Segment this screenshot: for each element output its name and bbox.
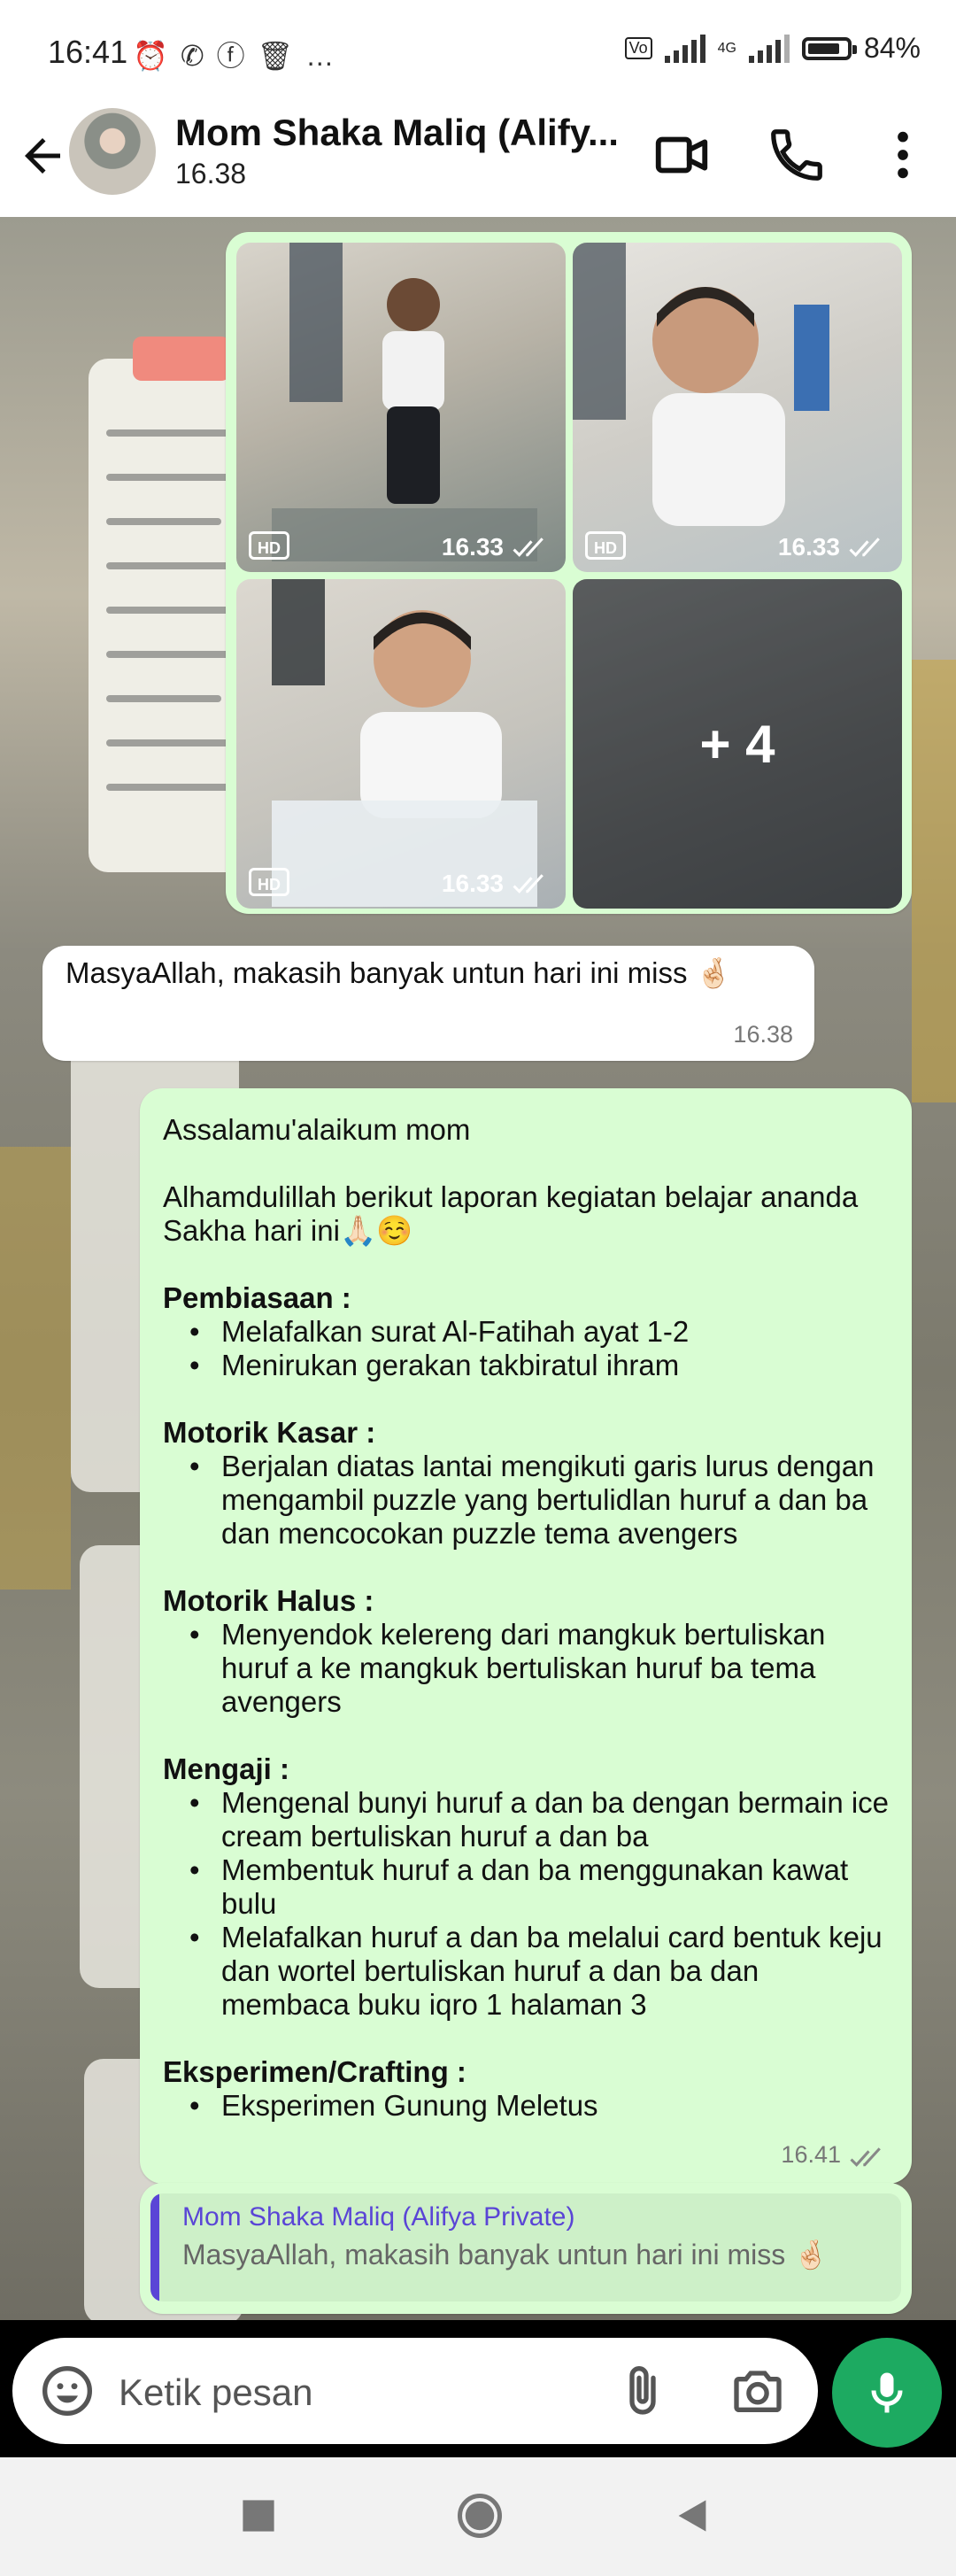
status-time: 16:41 xyxy=(48,34,128,70)
reply-message[interactable]: Mom Shaka Maliq (Alifya Private) MasyaAl… xyxy=(140,2183,912,2314)
home-icon[interactable] xyxy=(453,2489,506,2542)
photo-thumbnail[interactable]: HD 16.33 xyxy=(573,243,902,572)
whatsapp-icon: ✆ xyxy=(180,40,217,72)
camera-icon[interactable] xyxy=(729,2363,786,2419)
battery-percent: 84% xyxy=(863,32,921,64)
quoted-message[interactable]: Mom Shaka Maliq (Alifya Private) MasyaAl… xyxy=(150,2193,901,2301)
more-photos-count[interactable]: + 4 xyxy=(573,579,902,909)
photo-content xyxy=(272,243,537,561)
photo-thumbnail[interactable]: HD 16.33 xyxy=(236,579,566,909)
section-item: Mengenal bunyi huruf a dan ba dengan ber… xyxy=(163,1786,890,1853)
battery-icon xyxy=(801,36,857,60)
section-item: Berjalan diatas lantai mengikuti garis l… xyxy=(163,1450,890,1551)
signal-icon xyxy=(664,34,705,63)
notification-icons: ⏰✆ⓕ🗑… xyxy=(133,34,346,74)
back-icon[interactable] xyxy=(673,2495,712,2537)
message-text: MasyaAllah, makasih banyak untun hari in… xyxy=(66,956,732,989)
section-title: Eksperimen/Crafting : xyxy=(163,2055,466,2088)
system-indicators: Vo 4G 84% xyxy=(624,32,921,65)
section-title: Motorik Halus : xyxy=(163,1584,374,1617)
more-dots-icon: … xyxy=(305,40,347,72)
intro-text: Alhamdulillah berikut laporan kegiatan b… xyxy=(163,1180,859,1247)
wallpaper-line xyxy=(106,518,221,525)
read-receipt-icon xyxy=(850,2147,881,2167)
quoted-text: MasyaAllah, makasih banyak untun hari in… xyxy=(182,2239,829,2270)
photo-thumbnail[interactable]: HD 16.33 xyxy=(236,243,566,572)
section-item: Eksperimen Gunung Meletus xyxy=(163,2089,890,2123)
back-arrow-icon[interactable] xyxy=(16,129,69,182)
photo-content xyxy=(272,579,537,907)
read-receipt-icon xyxy=(513,538,544,557)
contact-name[interactable]: Mom Shaka Maliq (Alify... xyxy=(175,112,619,154)
photo-thumbnail[interactable]: + 4 xyxy=(573,579,902,909)
video-call-icon[interactable] xyxy=(651,124,713,186)
chat-header: Mom Shaka Maliq (Alify... 16.38 xyxy=(0,106,956,217)
message-input[interactable]: Ketik pesan xyxy=(12,2338,818,2444)
section-list: Berjalan diatas lantai mengikuti garis l… xyxy=(163,1450,890,1551)
incoming-message[interactable]: MasyaAllah, makasih banyak untun hari in… xyxy=(42,946,814,1061)
section-title: Motorik Kasar : xyxy=(163,1416,376,1449)
section-item: Menyendok kelereng dari mangkuk bertulis… xyxy=(163,1618,890,1719)
read-receipt-icon xyxy=(849,538,880,557)
wallpaper-line xyxy=(106,784,230,791)
hd-badge: HD xyxy=(585,531,626,560)
photo-time: 16.33 xyxy=(777,533,840,561)
section-item: Melafalkan surat Al-Fatihah ayat 1-2 xyxy=(163,1315,890,1349)
section-list: Mengenal bunyi huruf a dan ba dengan ber… xyxy=(163,1786,890,2022)
wallpaper-line xyxy=(106,651,239,658)
hd-badge: HD xyxy=(249,868,289,896)
hd-badge: HD xyxy=(249,531,289,560)
section-title: Pembiasaan : xyxy=(163,1281,351,1314)
wallpaper-stripe xyxy=(912,660,956,1102)
attach-icon[interactable] xyxy=(614,2363,671,2419)
system-nav-bar xyxy=(0,2457,956,2576)
last-seen: 16.38 xyxy=(175,158,247,190)
report-sections: Pembiasaan :Melafalkan surat Al-Fatihah … xyxy=(163,1281,890,2123)
section-item: Melafalkan huruf a dan ba melalui card b… xyxy=(163,1921,890,2022)
wallpaper-line xyxy=(106,695,221,702)
message-time: 16.38 xyxy=(733,1021,793,1048)
quoted-author: Mom Shaka Maliq (Alifya Private) xyxy=(182,2202,575,2232)
recents-icon[interactable] xyxy=(239,2496,278,2535)
wallpaper-line xyxy=(106,607,230,614)
wallpaper-line xyxy=(106,562,239,569)
wallpaper-stripe xyxy=(0,1147,71,1590)
section-item: Menirukan gerakan takbiratul ihram xyxy=(163,1349,890,1382)
wallpaper-line xyxy=(106,739,239,746)
read-receipt-icon xyxy=(513,874,544,893)
photo-content xyxy=(573,243,829,526)
message-time: 16.41 xyxy=(781,2141,841,2168)
voice-call-icon[interactable] xyxy=(766,124,828,186)
wallpaper-line xyxy=(106,429,230,437)
photo-time: 16.33 xyxy=(441,870,504,897)
photo-time: 16.33 xyxy=(441,533,504,561)
mic-icon xyxy=(871,2372,903,2413)
menu-dots-icon[interactable] xyxy=(872,124,934,186)
emoji-icon[interactable] xyxy=(39,2363,96,2419)
signal-2-icon xyxy=(748,34,790,63)
battery-level xyxy=(807,43,839,54)
report-message[interactable]: Assalamu'alaikum mom Alhamdulillah berik… xyxy=(140,1088,912,2184)
photo-album-message[interactable]: HD 16.33 HD 16.33 HD 16.33 + 4 xyxy=(226,232,912,914)
facebook-icon: ⓕ xyxy=(216,40,258,72)
alarm-icon: ⏰ xyxy=(133,40,181,72)
wallpaper-line xyxy=(106,474,239,481)
section-title: Mengaji : xyxy=(163,1752,290,1785)
status-bar: 16:41 ⏰✆ⓕ🗑… Vo 4G 84% xyxy=(0,0,956,106)
volte-icon: Vo xyxy=(624,37,652,59)
section-list: Melafalkan surat Al-Fatihah ayat 1-2Meni… xyxy=(163,1315,890,1382)
message-placeholder: Ketik pesan xyxy=(119,2371,313,2413)
trash-icon: 🗑 xyxy=(257,40,306,72)
network-label: 4G xyxy=(717,40,736,56)
section-list: Menyendok kelereng dari mangkuk bertulis… xyxy=(163,1618,890,1719)
avatar[interactable] xyxy=(69,108,156,195)
wallpaper-label xyxy=(133,337,230,381)
section-item: Membentuk huruf a dan ba menggunakan kaw… xyxy=(163,1853,890,1921)
greeting-text: Assalamu'alaikum mom xyxy=(163,1113,471,1146)
mic-button[interactable] xyxy=(832,2338,942,2448)
section-list: Eksperimen Gunung Meletus xyxy=(163,2089,890,2123)
chat-area[interactable]: HD 16.33 HD 16.33 HD 16.33 + 4 MasyaAlla… xyxy=(0,217,956,2320)
composer-bar: Ketik pesan xyxy=(0,2320,956,2457)
